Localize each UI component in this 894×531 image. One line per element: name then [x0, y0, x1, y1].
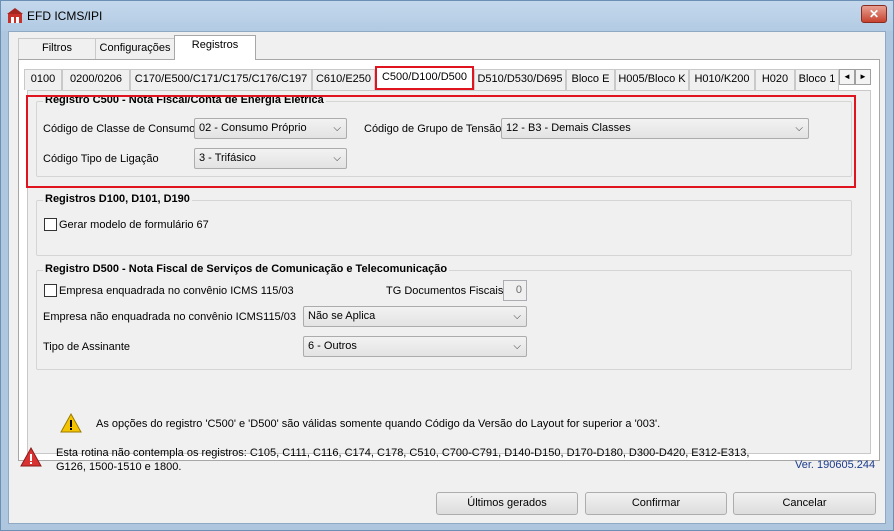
- subtab-bloco-e[interactable]: Bloco E: [566, 69, 615, 90]
- footer-info-line2: G126, 1500-1510 e 1800.: [56, 461, 182, 473]
- d500-group: Registro D500 - Nota Fiscal de Serviços …: [36, 263, 852, 370]
- nao-enquadrada-value: Não se Aplica: [308, 310, 376, 322]
- assinante-combo[interactable]: 6 - Outros ⌵: [303, 336, 527, 357]
- assinante-label: Tipo de Assinante: [43, 341, 131, 353]
- tab-scroll: ◄ ►: [839, 69, 873, 86]
- subtab-0200[interactable]: 0200/0206: [62, 69, 130, 90]
- app-window: EFD ICMS/IPI ✕ Filtros Configurações Reg…: [0, 0, 894, 531]
- tab-configuracoes[interactable]: Configurações: [95, 38, 175, 59]
- tab-registros[interactable]: Registros: [174, 35, 256, 60]
- subtab-c610[interactable]: C610/E250: [312, 69, 375, 90]
- enquadrada-checkbox[interactable]: [44, 284, 57, 297]
- subtab-d510[interactable]: D510/D530/D695: [474, 69, 566, 90]
- d500-title: Registro D500 - Nota Fiscal de Serviços …: [43, 263, 450, 275]
- tg-field[interactable]: 0: [503, 280, 527, 301]
- d100-title: Registros D100, D101, D190: [43, 193, 192, 205]
- client-area: Filtros Configurações Registros 0100 020…: [8, 31, 886, 524]
- d100-group: Registros D100, D101, D190 Gerar modelo …: [36, 193, 852, 256]
- title-bar[interactable]: EFD ICMS/IPI ✕: [1, 1, 893, 31]
- c500-highlight: [26, 95, 856, 188]
- registros-page: 0100 0200/0206 C170/E500/C171/C175/C176/…: [18, 59, 880, 461]
- tab-filtros[interactable]: Filtros: [18, 38, 96, 59]
- nao-enquadrada-combo[interactable]: Não se Aplica ⌵: [303, 306, 527, 327]
- warning-note: As opções do registro 'C500' e 'D500' sã…: [96, 418, 661, 430]
- subtab-h005[interactable]: H005/Bloco K: [615, 69, 689, 90]
- subtab-c170[interactable]: C170/E500/C171/C175/C176/C197: [130, 69, 312, 90]
- close-button[interactable]: ✕: [861, 5, 887, 23]
- subtab-c500[interactable]: C500/D100/D500: [375, 66, 474, 90]
- subtab-h010[interactable]: H010/K200: [689, 69, 755, 90]
- subtab-0100[interactable]: 0100: [24, 69, 62, 90]
- ultimos-gerados-button[interactable]: Últimos gerados: [436, 492, 578, 515]
- gerar-checkbox[interactable]: [44, 218, 57, 231]
- cancelar-button[interactable]: Cancelar: [733, 492, 876, 515]
- footer-info-line1: Esta rotina não contempla os registros: …: [56, 447, 750, 459]
- window-title: EFD ICMS/IPI: [27, 9, 103, 23]
- chevron-down-icon: ⌵: [513, 341, 521, 352]
- subtab-h020[interactable]: H020: [755, 69, 795, 90]
- warning-icon: [60, 413, 82, 433]
- confirmar-button[interactable]: Confirmar: [585, 492, 727, 515]
- gerar-label: Gerar modelo de formulário 67: [59, 219, 209, 231]
- tg-label: TG Documentos Fiscais: [386, 285, 504, 297]
- c500-page: Registro C500 - Nota Fiscal/Conta de Ene…: [26, 90, 871, 454]
- nao-enquadrada-label: Empresa não enquadrada no convênio ICMS1…: [43, 311, 296, 323]
- assinante-value: 6 - Outros: [308, 340, 357, 352]
- error-icon: [20, 447, 42, 467]
- enquadrada-label: Empresa enquadrada no convênio ICMS 115/…: [59, 285, 294, 297]
- chevron-down-icon: ⌵: [513, 311, 521, 322]
- subtab-bloco-1[interactable]: Bloco 1: [795, 69, 839, 90]
- scroll-left-icon[interactable]: ◄: [839, 69, 855, 85]
- version-label: Ver. 190605.244: [795, 459, 876, 471]
- scroll-right-icon[interactable]: ►: [855, 69, 871, 85]
- app-icon: [7, 8, 23, 23]
